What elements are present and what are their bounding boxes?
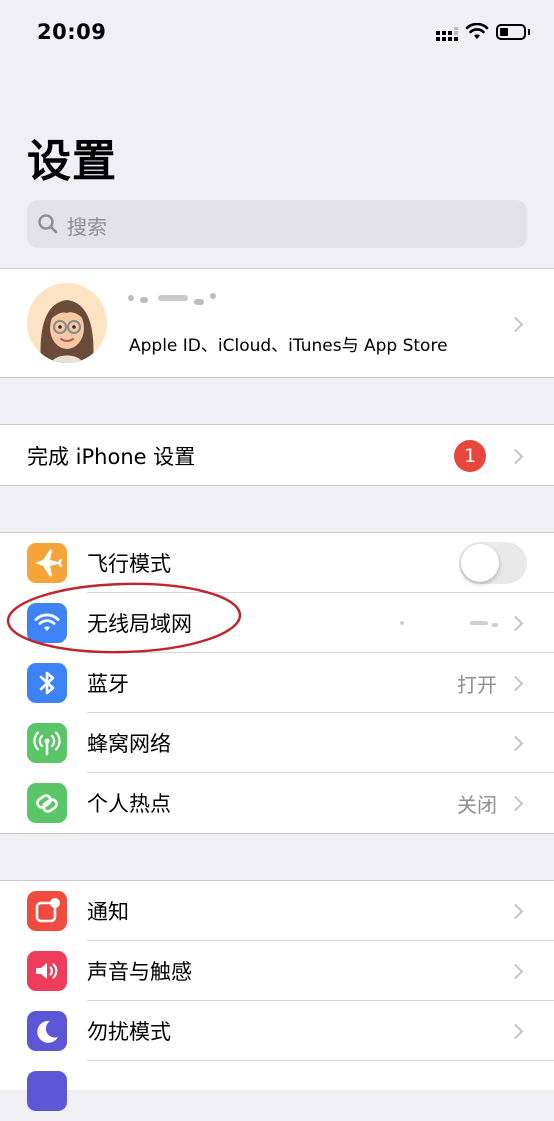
sounds-haptics-label: 声音与触感 bbox=[87, 960, 192, 984]
bluetooth-status: 打开 bbox=[457, 673, 497, 697]
status-bar: 20:09 bbox=[0, 0, 554, 66]
finish-iphone-setup-row[interactable]: 完成 iPhone 设置 1 bbox=[0, 424, 554, 486]
do-not-disturb-label: 勿扰模式 bbox=[87, 1020, 171, 1044]
cellular-signal-icon bbox=[436, 27, 458, 41]
bluetooth-icon bbox=[27, 663, 67, 703]
chevron-right-icon bbox=[507, 903, 524, 920]
speaker-icon bbox=[27, 951, 67, 991]
chevron-right-icon bbox=[507, 1023, 524, 1040]
chevron-right-icon bbox=[507, 735, 524, 752]
status-time: 20:09 bbox=[37, 20, 107, 44]
moon-icon bbox=[27, 1011, 67, 1051]
profile-name-blurred bbox=[128, 291, 218, 305]
chevron-right-icon bbox=[507, 795, 524, 812]
personal-hotspot-status: 关闭 bbox=[457, 793, 497, 817]
partial-settings-row[interactable] bbox=[0, 1061, 554, 1121]
search-input[interactable]: 搜索 bbox=[27, 200, 527, 248]
personal-hotspot-row[interactable]: 个人热点 关闭 bbox=[0, 773, 554, 833]
battery-tip bbox=[528, 29, 530, 35]
airplane-mode-toggle[interactable] bbox=[459, 542, 527, 584]
hotspot-icon bbox=[27, 783, 67, 823]
personal-hotspot-label: 个人热点 bbox=[87, 792, 171, 816]
chevron-right-icon bbox=[507, 448, 524, 465]
airplane-icon bbox=[27, 543, 67, 583]
search-placeholder: 搜索 bbox=[67, 215, 107, 239]
apple-id-profile-row[interactable]: Apple ID、iCloud、iTunes与 App Store bbox=[0, 268, 554, 378]
notification-icon bbox=[27, 891, 67, 931]
notifications-label: 通知 bbox=[87, 900, 129, 924]
connectivity-group: 飞行模式 无线局域网 蓝牙 打开 蜂窝网络 个人热点 关闭 bbox=[0, 532, 554, 834]
airplane-mode-row: 飞行模式 bbox=[0, 533, 554, 593]
notifications-group: 通知 声音与触感 勿扰模式 bbox=[0, 880, 554, 1111]
chevron-right-icon bbox=[507, 675, 524, 692]
chevron-right-icon bbox=[507, 615, 524, 632]
sounds-haptics-row[interactable]: 声音与触感 bbox=[0, 941, 554, 1001]
notification-badge: 1 bbox=[454, 440, 486, 472]
screen-time-icon bbox=[27, 1071, 67, 1111]
airplane-mode-label: 飞行模式 bbox=[87, 552, 171, 576]
profile-subtitle: Apple ID、iCloud、iTunes与 App Store bbox=[129, 336, 448, 356]
chevron-right-icon bbox=[507, 316, 524, 333]
search-icon bbox=[38, 214, 58, 234]
chevron-right-icon bbox=[507, 963, 524, 980]
notifications-row[interactable]: 通知 bbox=[0, 881, 554, 941]
cellular-row[interactable]: 蜂窝网络 bbox=[0, 713, 554, 773]
cellular-label: 蜂窝网络 bbox=[87, 732, 171, 756]
do-not-disturb-row[interactable]: 勿扰模式 bbox=[0, 1001, 554, 1061]
bluetooth-row[interactable]: 蓝牙 打开 bbox=[0, 653, 554, 713]
antenna-icon bbox=[27, 723, 67, 763]
battery-icon bbox=[496, 24, 526, 40]
avatar bbox=[27, 283, 107, 363]
wifi-label: 无线局域网 bbox=[87, 612, 192, 636]
wifi-icon bbox=[27, 603, 67, 643]
page-title: 设置 bbox=[27, 136, 117, 187]
finish-setup-label: 完成 iPhone 设置 bbox=[27, 445, 196, 469]
bluetooth-label: 蓝牙 bbox=[87, 672, 129, 696]
wifi-row[interactable]: 无线局域网 bbox=[0, 593, 554, 653]
wifi-status-icon bbox=[465, 23, 489, 39]
wifi-network-name-blurred bbox=[400, 621, 500, 627]
